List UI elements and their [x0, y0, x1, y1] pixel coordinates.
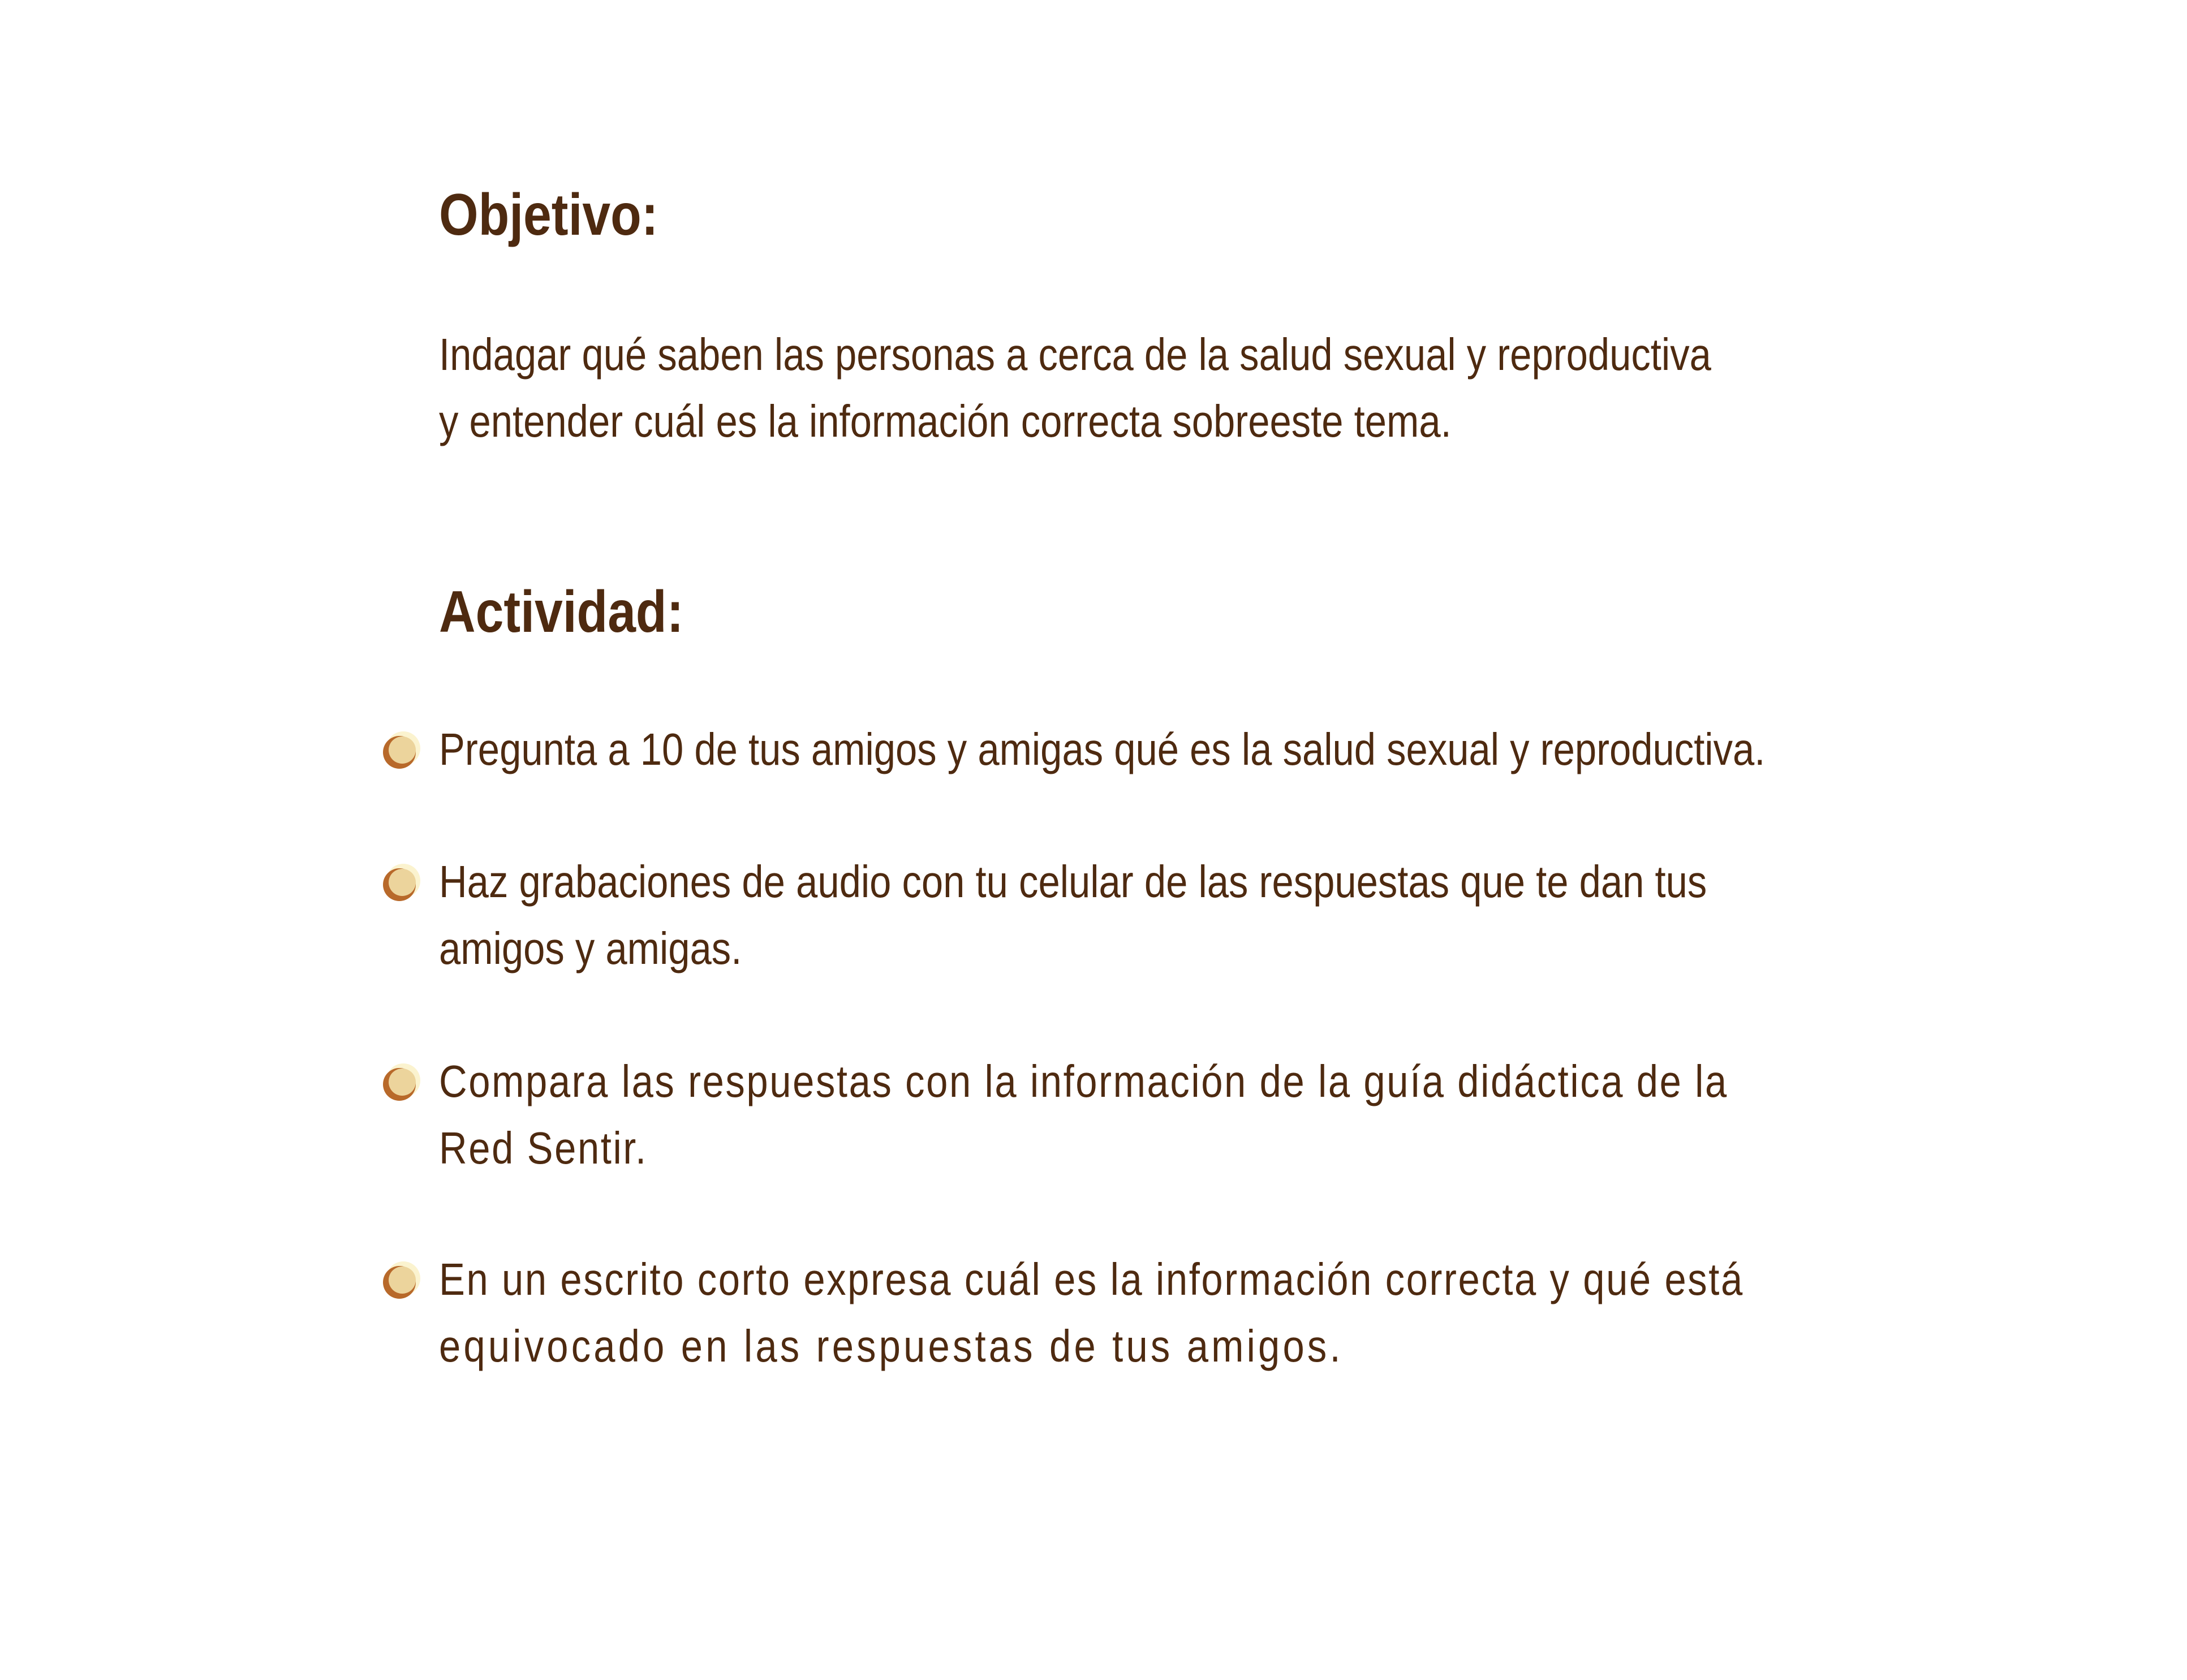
activity-line: Haz grabaciones de audio con tu celular … — [439, 856, 1707, 907]
objetivo-line: Indagar qué saben las personas a cerca d… — [439, 329, 1711, 380]
activity-item: Pregunta a 10 de tus amigos y amigas qué… — [383, 716, 1981, 783]
activity-item: Haz grabaciones de audio con tu celular … — [383, 848, 1913, 982]
activity-line: amigos y amigas. — [439, 923, 742, 973]
activity-line: Pregunta a 10 de tus amigos y amigas qué… — [439, 724, 1766, 774]
objetivo-paragraph: Indagar qué saben las personas a cerca d… — [439, 321, 1711, 455]
activity-line: Red Sentir. — [439, 1123, 648, 1173]
bullet-circle-icon — [383, 731, 420, 769]
activity-line: equivocado en las respuestas de tus amig… — [439, 1321, 1344, 1371]
activity-item: Compara las respuestas con la informació… — [383, 1048, 1938, 1182]
objetivo-heading: Objetivo: — [439, 182, 658, 248]
activity-line: Compara las respuestas con la informació… — [439, 1056, 1728, 1106]
objetivo-line: y entender cuál es la información correc… — [439, 396, 1452, 446]
activity-item: En un escrito corto expresa cuál es la i… — [383, 1246, 1956, 1380]
actividad-heading: Actividad: — [439, 579, 684, 645]
bullet-circle-icon — [383, 1261, 420, 1299]
bullet-circle-icon — [383, 1063, 420, 1101]
document-page: Objetivo: Indagar qué saben las personas… — [0, 0, 2187, 1680]
activity-line: En un escrito corto expresa cuál es la i… — [439, 1254, 1744, 1304]
bullet-circle-icon — [383, 864, 420, 901]
